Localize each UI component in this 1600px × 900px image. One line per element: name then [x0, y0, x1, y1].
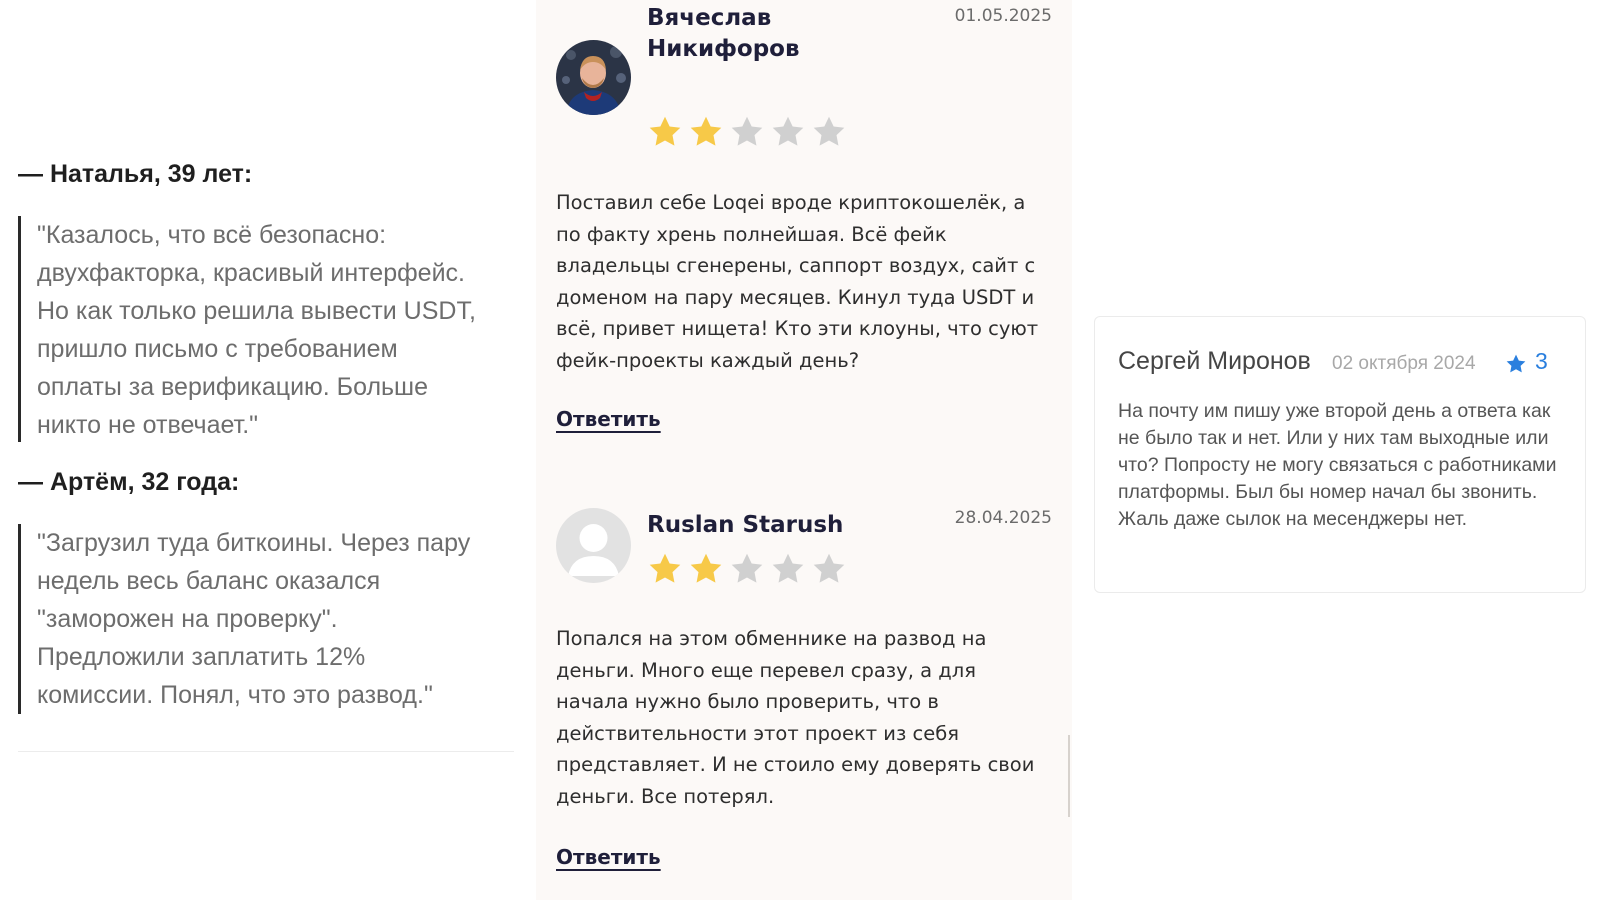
- scrollbar[interactable]: [1068, 735, 1070, 817]
- star-rating: [647, 114, 847, 150]
- review-text: Поставил себе Loqei вроде криптокошелёк,…: [556, 191, 1039, 372]
- quote-block: "Загрузил туда биткоины. Через пару неде…: [18, 524, 537, 714]
- star-empty-icon: [772, 553, 804, 583]
- reviewer-name: Вячеслав Никифоров: [647, 3, 927, 65]
- divider: [18, 751, 514, 752]
- star-empty-icon: [813, 553, 845, 583]
- rating-value: 3: [1535, 348, 1548, 374]
- star-filled-icon: [690, 553, 722, 583]
- star-filled-icon: [649, 553, 681, 583]
- reviews-column: Вячеслав Никифоров 01.05.2025 Поставил с…: [536, 0, 1072, 900]
- quote-line: "Загрузил туда биткоины. Через пару: [37, 529, 471, 557]
- reviewer-name: Сергей Миронов: [1118, 347, 1311, 375]
- default-user-avatar-icon: [556, 508, 631, 583]
- quote-author: — Артём, 32 года:: [18, 468, 240, 496]
- star-rating: [647, 551, 847, 587]
- review-text: Попался на этом обменнике на развод на д…: [556, 627, 1035, 808]
- quote-line: Но как только решила вывести USDT,: [37, 297, 476, 325]
- review-date: 02 октября 2024: [1332, 353, 1476, 374]
- avatar: [556, 508, 631, 583]
- review-item: Ruslan Starush 28.04.2025 Попался на это…: [556, 500, 1052, 880]
- quotes-column: — Наталья, 39 лет: "Казалось, что всё бе…: [0, 0, 520, 900]
- quote-author: — Наталья, 39 лет:: [18, 160, 253, 188]
- avatar: [556, 40, 631, 115]
- quote-line: "заморожен на проверку".: [37, 605, 338, 633]
- quote-line: недель весь баланс оказался: [37, 567, 381, 595]
- reply-link[interactable]: Ответить: [556, 407, 661, 431]
- photo-avatar-icon: [556, 40, 631, 115]
- reply-link[interactable]: Ответить: [556, 845, 661, 869]
- review-date: 28.04.2025: [954, 508, 1052, 528]
- star-filled-icon: [690, 116, 722, 146]
- quote-line: пришло письмо с требованием: [37, 335, 398, 363]
- reviewer-name-line: Вячеслав: [647, 5, 772, 31]
- quote-line: Предложили заплатить 12%: [37, 643, 366, 671]
- star-empty-icon: [731, 553, 763, 583]
- quote-line: "Казалось, что всё безопасно:: [37, 221, 387, 249]
- reviewer-name-line: Никифоров: [647, 36, 800, 62]
- star-icon: [1506, 354, 1526, 373]
- reviewer-name: Ruslan Starush: [647, 512, 844, 538]
- quote-line: никто не отвечает.": [37, 411, 259, 439]
- quote-block: "Казалось, что всё безопасно: двухфактор…: [18, 216, 537, 442]
- star-filled-icon: [649, 116, 681, 146]
- review-card: Сергей Миронов 02 октября 2024 3 На почт…: [1094, 316, 1586, 593]
- star-empty-icon: [731, 116, 763, 146]
- review-item: Вячеслав Никифоров 01.05.2025 Поставил с…: [556, 0, 1052, 440]
- star-empty-icon: [772, 116, 804, 146]
- quote-line: оплаты за верификацию. Больше: [37, 373, 429, 401]
- review-date: 01.05.2025: [954, 6, 1052, 26]
- quote-line: комиссии. Понял, что это развод.": [37, 681, 433, 709]
- star-empty-icon: [813, 116, 845, 146]
- review-text: На почту им пишу уже второй день а ответ…: [1118, 400, 1557, 530]
- quote-line: двухфакторка, красивый интерфейс.: [37, 259, 465, 287]
